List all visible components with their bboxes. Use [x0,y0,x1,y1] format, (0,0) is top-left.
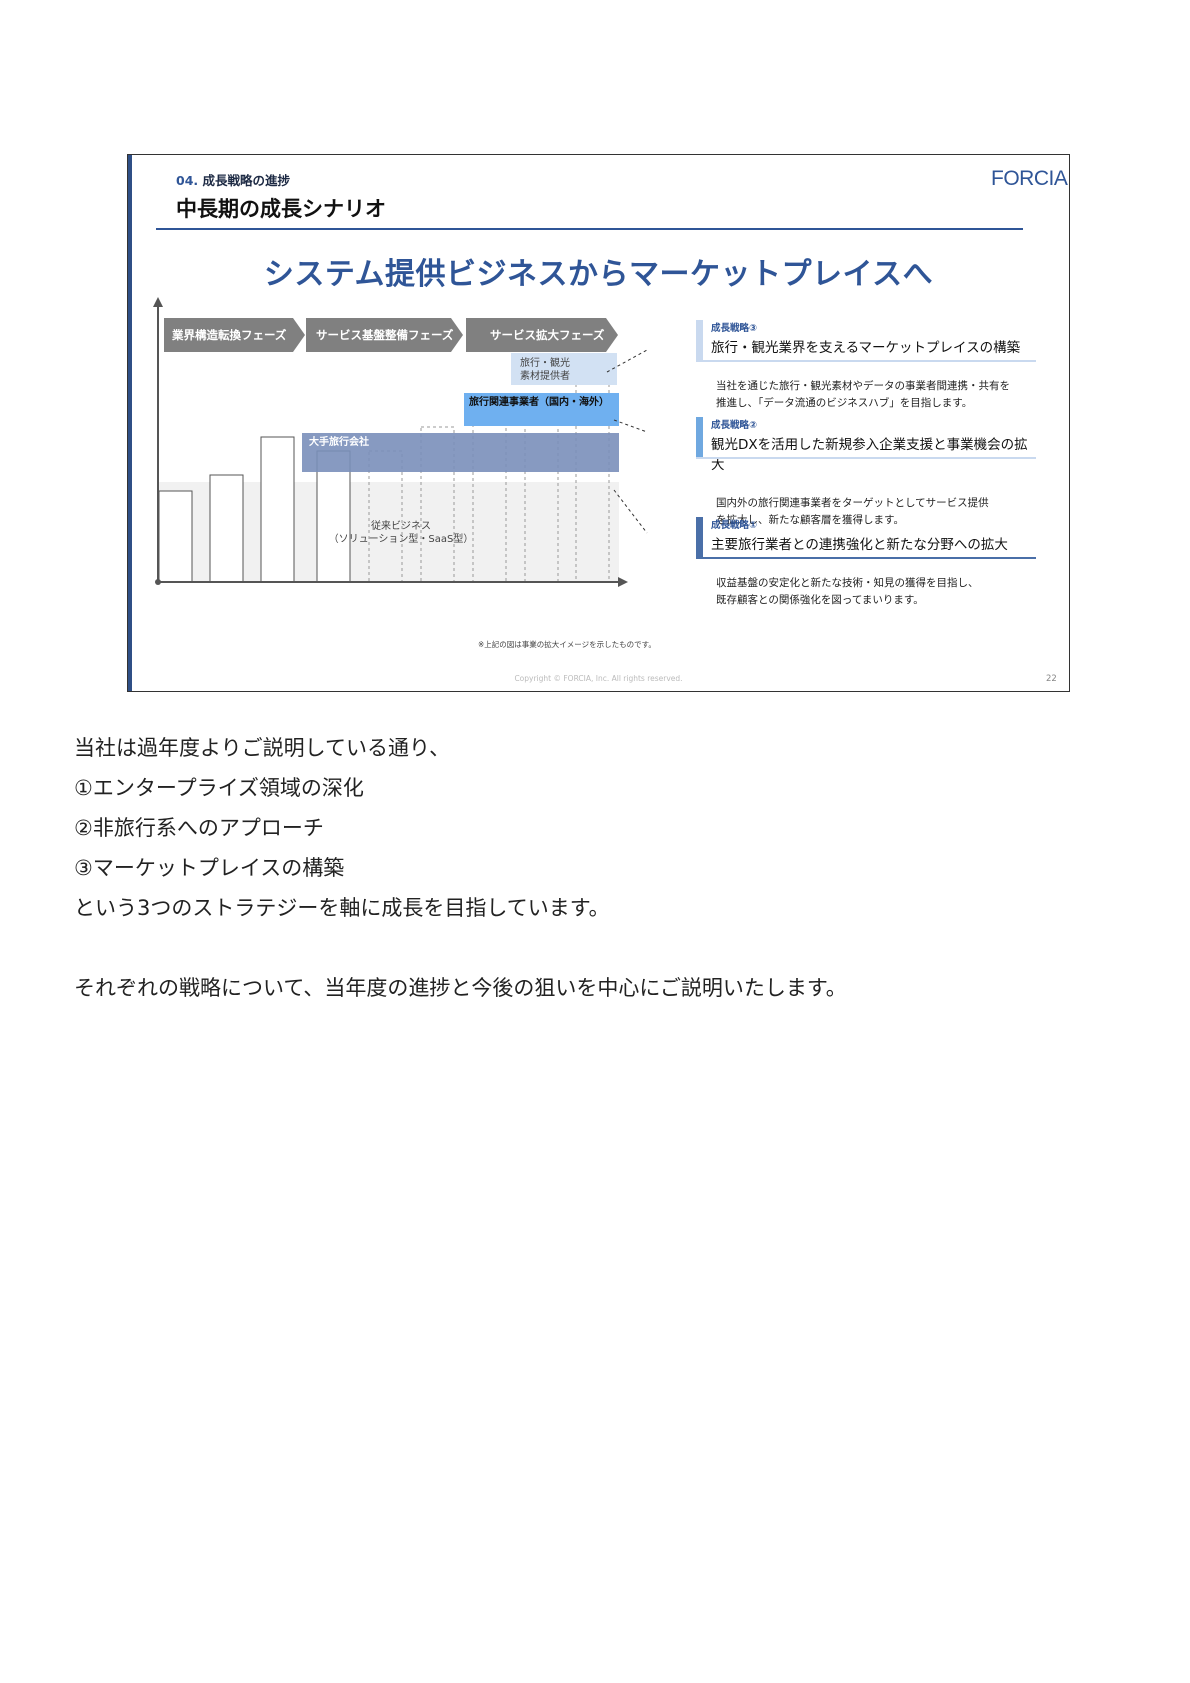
strategy-3-underline [696,360,1036,362]
legacy-label-1: 従来ビジネス [371,519,431,532]
strategy-1-marker [696,517,703,557]
strategy-3-title: 旅行・観光業界を支えるマーケットプレイスの構築 [711,340,1021,356]
strategy-2-title: 観光DXを活用した新規参入企業支援と事業機会の拡大 [711,437,1028,473]
strategy-2-label: 成長戦略② [711,420,758,431]
strategy-2-marker [696,417,703,457]
body-text: 当社は過年度よりご説明している通り、 ①エンタープライズ領域の深化 ②非旅行系へ… [74,728,1114,1008]
chart-footnote: ※上記の図は事業の拡大イメージを示したものです。 [478,640,656,649]
x-axis-arrow [618,577,628,587]
strategy-1-title: 主要旅行業者との連携強化と新たな分野への拡大 [711,537,1008,553]
strategy-3-marker [696,320,703,360]
strategy-1-desc: 収益基盤の安定化と新たな技術・知見の獲得を目指し、 既存顧客との関係強化を図ってま… [716,577,979,606]
legacy-bar-3 [260,436,295,583]
body-line-4: ③マーケットプレイスの構築 [74,856,345,880]
body-line-2: ①エンタープライズ領域の深化 [74,776,364,800]
y-axis-arrow [153,297,163,307]
body-line-1: 当社は過年度よりご説明している通り、 [74,736,451,760]
phase-label-3: サービス拡大フェーズ [490,328,605,342]
body-line-3: ②非旅行系へのアプローチ [74,816,324,840]
travel-related-label: 旅行関連事業者（国内・海外） [469,395,609,408]
body-line-7: それぞれの戦略について、当年度の進捗と今後の狙いを中心にご説明いたします。 [74,976,847,1000]
travel-materials-label-2: 素材提供者 [520,369,570,382]
major-agency-label: 大手旅行会社 [309,435,369,448]
strategy-1-underline [696,557,1036,559]
strategy-1: 成長戦略① 主要旅行業者との連携強化と新たな分野への拡大 収益基盤の安定化と新た… [696,517,1036,609]
body-line-5: という3つのストラテジーを軸に成長を目指しています。 [74,896,610,920]
strategy-3-label: 成長戦略③ [711,323,758,334]
axis-origin [155,579,161,585]
strategy-1-label: 成長戦略① [711,520,758,531]
page-number: 22 [1046,674,1057,684]
phase-label-1: 業界構造転換フェーズ [171,328,287,342]
presentation-slide: 04. 成長戦略の進捗 中長期の成長シナリオ FORCIA システム提供ビジネス… [127,154,1070,692]
legacy-bar-1 [158,490,193,583]
copyright: Copyright © FORCIA, Inc. All rights rese… [514,674,683,683]
strategy-2-underline [696,457,1036,459]
strategy-3-desc: 当社を通じた旅行・観光素材やデータの事業者間連携・共有を 推進し、「データ流通のビ… [716,380,1010,409]
legacy-label-2: （ソリューション型・SaaS型） [329,532,474,545]
legacy-bar-2 [209,474,244,583]
travel-materials-label-1: 旅行・観光 [520,356,570,369]
phase-label-2: サービス基盤整備フェーズ [316,328,454,342]
strategy-2: 成長戦略② 観光DXを活用した新規参入企業支援と事業機会の拡大 国内外の旅行関連… [696,417,1036,529]
strategy-3: 成長戦略③ 旅行・観光業界を支えるマーケットプレイスの構築 当社を通じた旅行・観… [696,320,1036,412]
